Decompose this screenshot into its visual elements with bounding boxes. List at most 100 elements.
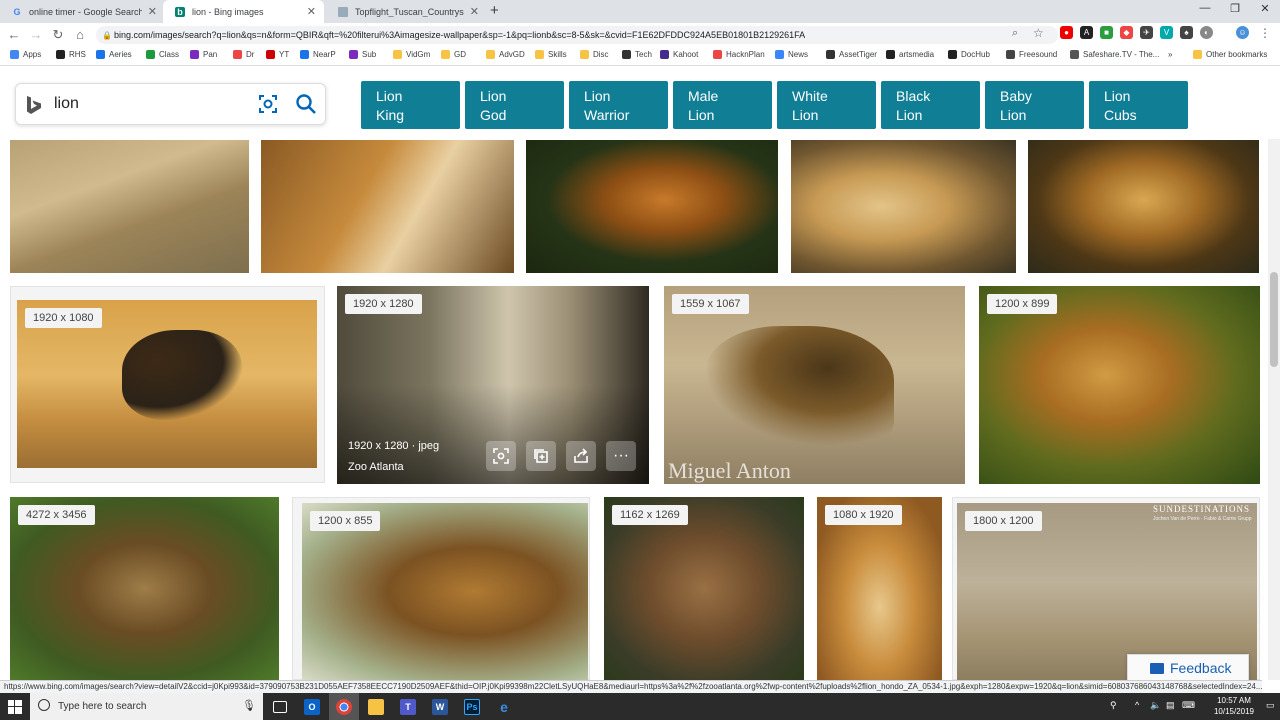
image-result-lion-grass[interactable] [261,140,514,273]
related-search-pill[interactable]: Lion Cubs [1089,81,1188,129]
input-language-icon[interactable]: ⌨ [1182,700,1195,711]
bookmark-item[interactable]: Class [146,50,179,59]
bookmark-item[interactable]: Sub [349,50,376,59]
notifications-icon[interactable]: ▭ [1266,700,1275,711]
teams-icon[interactable]: T [393,693,423,720]
show-hidden-icons[interactable]: ^ [1135,700,1139,710]
bookmark-item[interactable]: Disc [580,50,609,59]
bookmark-item[interactable]: AssetTiger [826,50,877,59]
tab-bing-images[interactable]: b lion - Bing images ✕ [163,0,324,23]
forward-icon[interactable]: → [25,27,47,42]
bookmark-item[interactable]: Dr [233,50,254,59]
close-tab-icon[interactable]: ✕ [307,5,316,18]
extension-icon[interactable]: ■ [1100,26,1113,39]
taskbar-search-input[interactable]: Type here to search 🎙 [30,693,263,720]
back-icon[interactable]: ← [3,27,25,42]
bookmark-item[interactable]: RHS [56,50,86,59]
related-search-pill[interactable]: Lion Warrior [569,81,668,129]
restore-icon[interactable]: ❐ [1220,2,1250,15]
close-tab-icon[interactable]: ✕ [148,5,157,18]
share-button[interactable] [566,441,596,471]
tab-google[interactable]: G online timer - Google Search ✕ [0,0,165,23]
tab-tuscan[interactable]: Topflight_Tuscan_Countryside_4... ✕ [326,0,487,23]
related-search-pill[interactable]: White Lion [777,81,876,129]
image-result-lion-walking-dirt[interactable]: 1559 x 1067 Miguel Anton [664,286,965,484]
file-explorer-icon[interactable] [361,693,391,720]
bookmark-item[interactable]: Kahoot [660,50,698,59]
related-search-pill[interactable]: Lion God [465,81,564,129]
microphone-icon[interactable]: 🎙 [242,699,256,712]
close-window-icon[interactable]: ✕ [1250,2,1280,15]
bookmark-item[interactable]: Pan [190,50,217,59]
related-search-pill[interactable]: Lion King [361,81,460,129]
menu-kebab-icon[interactable]: ⋮ [1259,26,1271,40]
bookmarks-more[interactable]: » [1168,50,1172,59]
address-bar[interactable]: 🔒 bing.com/images/search?q=lion&qs=n&for… [96,26,1058,44]
word-icon[interactable]: W [425,693,455,720]
bookmark-item[interactable]: YT [266,50,289,59]
visual-search-button[interactable] [486,441,516,471]
image-result-lion-front[interactable]: 4272 x 3456 [10,497,279,680]
feedback-button[interactable]: Feedback [1127,654,1249,682]
edge-icon[interactable]: e [489,693,519,720]
bookmark-item[interactable]: News [775,50,808,59]
bookmark-item[interactable]: Safeshare.TV - The... [1070,50,1159,59]
reload-icon[interactable]: ↻ [47,27,69,43]
home-icon[interactable]: ⌂ [69,27,91,42]
bookmark-item[interactable]: DocHub [948,50,990,59]
photoshop-icon[interactable]: Ps [457,693,487,720]
search-input[interactable] [54,94,254,114]
people-icon[interactable]: ⚲ [1110,700,1117,711]
minimize-icon[interactable]: — [1190,2,1220,14]
page-scrollbar[interactable] [1268,139,1280,680]
new-tab-icon[interactable]: + [490,2,499,19]
extension-icon[interactable]: ✈ [1140,26,1153,39]
other-bookmarks[interactable]: Other bookmarks [1193,50,1267,59]
image-result-lion-closeup[interactable]: 1080 x 1920 [817,497,942,680]
scrollbar-thumb[interactable] [1270,272,1278,367]
extension-icon[interactable]: ● [1060,26,1073,39]
image-result-lion-face-green[interactable]: 1200 x 899 [979,286,1260,484]
chrome-icon[interactable] [329,693,359,720]
speaker-icon[interactable]: 🔈 [1150,700,1161,711]
image-result-lion-lying[interactable] [526,140,778,273]
bookmark-item[interactable]: NearP [300,50,336,59]
extension-icon[interactable]: ◆ [1120,26,1133,39]
windows-start-icon[interactable] [8,700,22,714]
image-result-lion-roaring[interactable]: 1162 x 1269 [604,497,804,680]
add-to-collection-button[interactable] [526,441,556,471]
image-result-lion-profile[interactable] [791,140,1016,273]
search-icon[interactable] [295,93,317,115]
bookmark-item[interactable]: GD [441,50,466,59]
more-options-button[interactable]: ··· [606,441,636,471]
taskbar-clock[interactable]: 10:57 AM 10/15/2019 [1204,695,1264,717]
extension-icon[interactable]: A [1080,26,1093,39]
bookmark-item[interactable]: Aeries [96,50,132,59]
bookmark-star-icon[interactable]: ☆ [1033,26,1044,40]
outlook-icon[interactable]: O [297,693,327,720]
close-tab-icon[interactable]: ✕ [470,5,479,18]
image-result-lion-mane[interactable] [1028,140,1259,273]
extension-icon[interactable]: ♠ [1180,26,1193,39]
bookmark-item[interactable]: Apps [10,50,41,59]
profile-avatar-icon[interactable]: ☺ [1236,26,1249,39]
bookmark-item[interactable]: AdvGD [486,50,525,59]
image-result-lion-zoo[interactable]: 1200 x 855 [302,503,588,680]
bookmark-item[interactable]: artsmedia [886,50,934,59]
bookmark-item[interactable]: VidGm [393,50,430,59]
visual-search-icon[interactable] [258,94,278,114]
bookmark-item[interactable]: HacknPlan [713,50,765,59]
zoom-icon[interactable]: ⌕ [1012,27,1018,40]
related-search-pill[interactable]: Baby Lion [985,81,1084,129]
extension-icon[interactable]: V [1160,26,1173,39]
related-search-pill[interactable]: Black Lion [881,81,980,129]
image-result-lion-walking-grass[interactable]: 1920 x 1080 [17,300,317,468]
task-view-icon[interactable] [265,693,295,720]
extension-icon[interactable]: ◐ [1200,26,1213,39]
related-search-pill[interactable]: Male Lion [673,81,772,129]
image-result-lioness-cubs[interactable] [10,140,249,273]
bookmark-item[interactable]: Skills [535,50,567,59]
bookmark-item[interactable]: Freesound [1006,50,1057,59]
network-icon[interactable]: ▤ [1166,700,1175,711]
bookmark-item[interactable]: Tech [622,50,652,59]
